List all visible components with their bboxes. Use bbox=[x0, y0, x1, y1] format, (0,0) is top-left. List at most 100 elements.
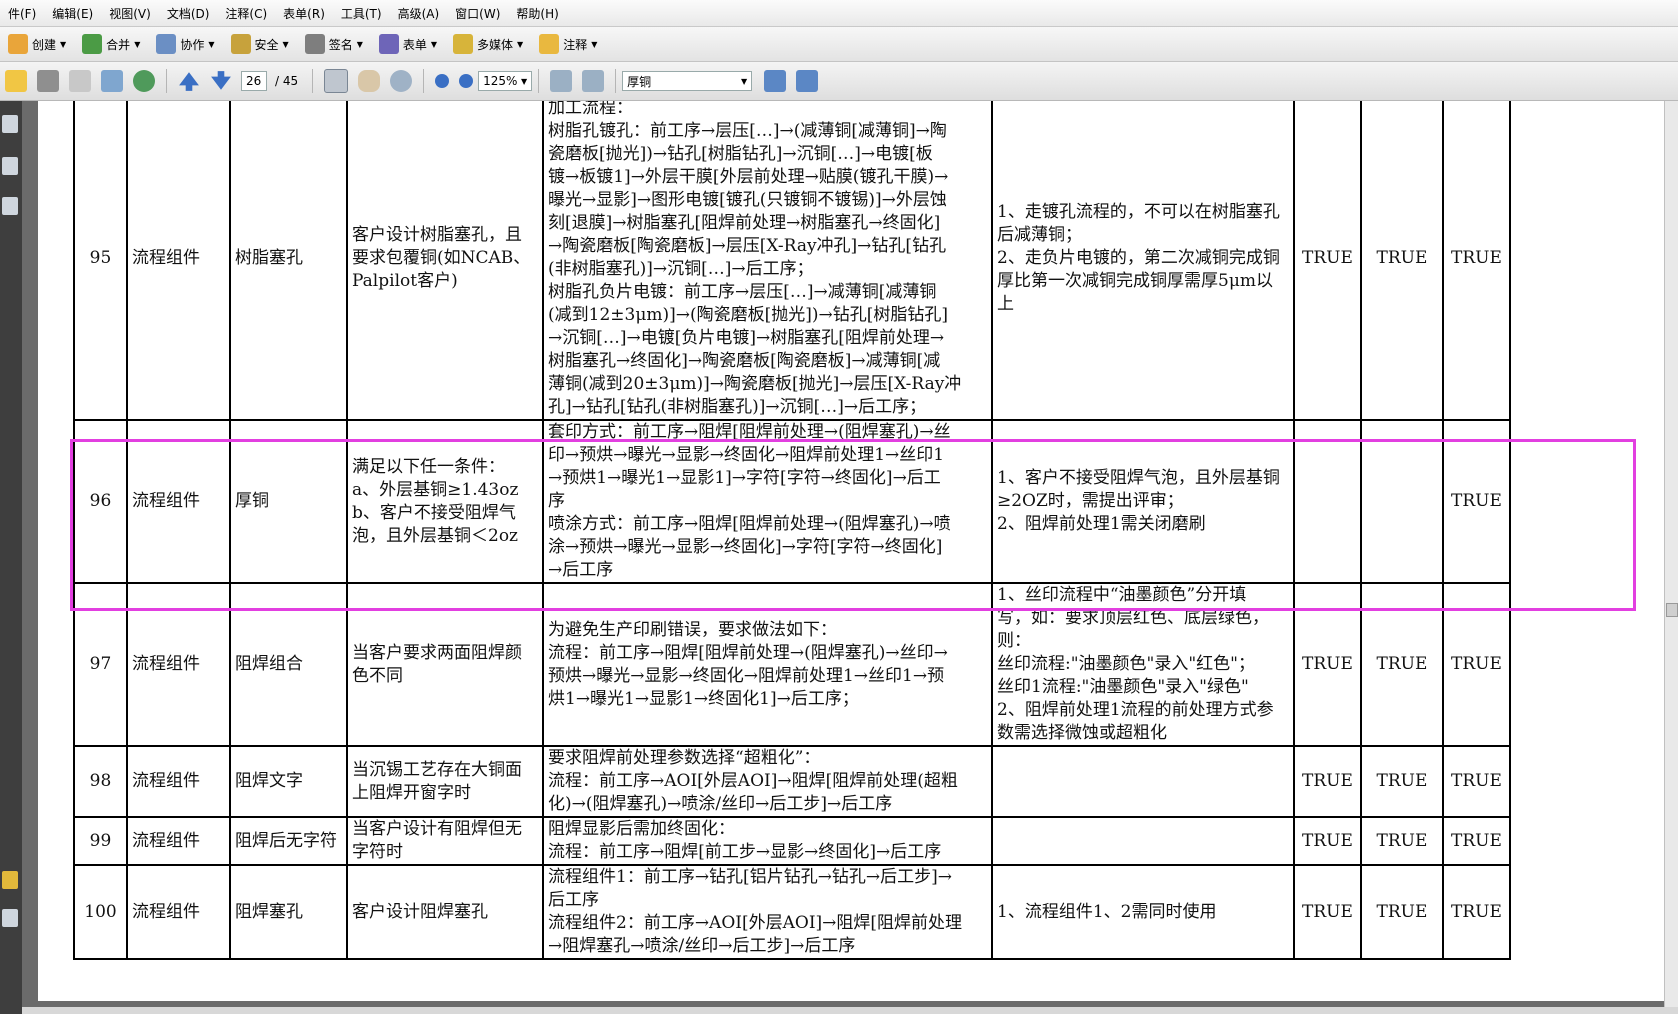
menu-item[interactable]: 件(F) bbox=[0, 5, 44, 22]
note-cell-line: 数需选择微蚀或超粗化 bbox=[997, 723, 1167, 743]
web-icon[interactable] bbox=[133, 70, 155, 92]
bookmarks-icon[interactable] bbox=[2, 157, 18, 175]
find-next-icon[interactable] bbox=[796, 70, 819, 92]
note-cell-line: 1、流程组件1、2需同时使用 bbox=[997, 901, 1217, 922]
pages-icon[interactable] bbox=[2, 115, 18, 133]
toolbar-button[interactable]: 协作 ▼ bbox=[156, 34, 215, 54]
page-number-value: 26 bbox=[246, 74, 262, 88]
menu-item[interactable]: 高级(A) bbox=[390, 5, 448, 22]
flow-cell-line: 后工序 bbox=[548, 890, 599, 910]
toolbar-button[interactable]: 表单 ▼ bbox=[378, 34, 437, 54]
fit-page-icon[interactable] bbox=[582, 70, 605, 92]
condition-cell: 当客户要求两面阻焊颜 色不同 bbox=[346, 582, 544, 747]
toolbar-button[interactable]: 签名 ▼ bbox=[304, 34, 363, 54]
menu-item[interactable]: 工具(T) bbox=[333, 5, 390, 22]
horizontal-scrollbar[interactable] bbox=[22, 1007, 1678, 1014]
zoom-tool-icon[interactable] bbox=[390, 70, 413, 92]
condition-cell: 当客户设计有阻焊但无 字符时 bbox=[346, 816, 544, 866]
search-input[interactable]: 厚铜 ▼ bbox=[622, 71, 753, 91]
flow-cell-line: 烘1→曝光1→显影1→终固化1]→后工序； bbox=[548, 688, 859, 709]
flow-cell-line: (非树脂塞孔)]→沉铜[…]→后工序； bbox=[548, 259, 814, 279]
attachments-icon[interactable] bbox=[2, 871, 18, 889]
row-number: 97 bbox=[73, 582, 128, 747]
category-cell: 流程组件 bbox=[126, 864, 231, 960]
zoom-out-icon[interactable] bbox=[435, 74, 450, 88]
flow-cell-line: 加工流程： bbox=[548, 101, 633, 118]
save-icon[interactable] bbox=[69, 70, 91, 92]
email-icon[interactable] bbox=[101, 70, 123, 92]
item-cell: 树脂塞孔 bbox=[229, 101, 348, 421]
table-row: 98 流程组件 阻焊文字 当沉锡工艺存在大铜面 上阻焊开窗字时 要求阻焊前处理参数选择“超… bbox=[73, 745, 1511, 818]
hand-tool-icon[interactable] bbox=[358, 70, 381, 92]
condition-cell-line: 上阻焊开窗字时 bbox=[352, 782, 471, 803]
condition-cell-line: 当客户要求两面阻焊颜 bbox=[352, 642, 522, 663]
flag-cell: TRUE bbox=[1293, 582, 1362, 747]
flow-cell-line: 套印方式：前工序→阻焊[阻焊前处理→(阻焊塞孔)→丝 bbox=[548, 422, 951, 442]
toolbar-button-label: 表单 bbox=[402, 37, 427, 52]
toolbar-button[interactable]: 创建 ▼ bbox=[8, 34, 66, 54]
note-cell-line: 2、走负片电镀的，第二次减铜完成铜 bbox=[997, 247, 1280, 268]
menu-item[interactable]: 表单(R) bbox=[275, 5, 333, 22]
condition-cell-line: Palpilot客户) bbox=[352, 270, 458, 291]
flow-cell: 流程组件1：前工序→钻孔[铝片钻孔→钻孔→后工步]→ 后工序 流程组件2：前工序→A… bbox=[542, 864, 993, 960]
flow-cell-line: →后工序 bbox=[548, 560, 614, 580]
page-down-icon[interactable] bbox=[211, 71, 231, 90]
flag-cell: TRUE bbox=[1293, 816, 1362, 866]
flow-cell-line: 序 bbox=[548, 491, 565, 511]
select-tool-icon[interactable] bbox=[324, 69, 349, 93]
row-number: 99 bbox=[73, 816, 128, 866]
chevron-down-icon: ▼ bbox=[208, 39, 215, 49]
toolbar-button[interactable]: 多媒体 ▼ bbox=[453, 34, 523, 54]
menu-item[interactable]: 编辑(E) bbox=[44, 5, 101, 22]
flow-cell-line: 要求阻焊前处理参数选择“超粗化”： bbox=[548, 748, 821, 768]
flow-cell-line: 树脂孔镀孔：前工序→层压[…]→(减薄铜[减薄铜]→陶 bbox=[548, 121, 947, 141]
condition-cell-line: b、客户不接受阻焊气 bbox=[352, 502, 516, 523]
page-number-input[interactable]: 26 bbox=[241, 71, 267, 91]
menu-item[interactable]: 文档(D) bbox=[159, 5, 218, 22]
note-cell-line: 丝印流程:"油墨颜色"录入"红色"； bbox=[997, 654, 1256, 674]
flow-cell-line: 为避免生产印刷错误，要求做法如下： bbox=[548, 619, 837, 640]
item-cell: 阻焊文字 bbox=[229, 745, 348, 818]
item-cell: 阻焊塞孔 bbox=[229, 864, 348, 960]
menu-item[interactable]: 窗口(W) bbox=[447, 5, 508, 22]
zoom-in-icon[interactable] bbox=[459, 74, 474, 88]
print-icon[interactable] bbox=[37, 70, 59, 92]
toolbar-button[interactable]: 注释 ▼ bbox=[539, 34, 597, 54]
toolbar-button[interactable]: 安全 ▼ bbox=[230, 34, 289, 54]
toolbar-divider bbox=[615, 69, 617, 93]
flow-cell-line: 流程：前工序→阻焊[阻焊前处理→(阻焊塞孔)→丝印→ bbox=[548, 642, 948, 663]
find-previous-icon[interactable] bbox=[764, 70, 787, 92]
zoom-select[interactable]: 125% ▼ bbox=[478, 71, 533, 91]
menu-item[interactable]: 帮助(H) bbox=[508, 5, 566, 22]
flag-cell bbox=[1360, 419, 1444, 584]
note-cell bbox=[991, 745, 1295, 818]
note-cell: 1、走镀孔流程的，不可以在树脂塞孔 后减薄铜； 2、走负片电镀的，第二次减铜完成铜厚… bbox=[991, 101, 1295, 421]
menu-item[interactable]: 视图(V) bbox=[101, 5, 159, 22]
note-cell-line: ≥2OZ时，需提出评审； bbox=[997, 491, 1184, 511]
flag-cell: TRUE bbox=[1360, 101, 1444, 421]
signatures-icon[interactable] bbox=[2, 197, 18, 215]
fit-width-icon[interactable] bbox=[550, 70, 573, 92]
note-cell-line: 写，如：要求顶层红色、底层绿色， bbox=[997, 608, 1269, 628]
vertical-scrollbar[interactable] bbox=[1664, 101, 1678, 1007]
comments-icon[interactable] bbox=[2, 909, 18, 927]
open-folder-icon[interactable] bbox=[5, 70, 27, 92]
flow-cell: 加工流程： 树脂孔镀孔：前工序→层压[…]→(减薄铜[减薄铜]→陶 瓷磨板[抛光])… bbox=[542, 101, 993, 421]
condition-cell-line: 字符时 bbox=[352, 842, 403, 862]
flow-cell-line: 流程组件1：前工序→钻孔[铝片钻孔→钻孔→后工步]→ bbox=[548, 867, 953, 887]
item-cell: 阻焊组合 bbox=[229, 582, 348, 747]
condition-cell-line: 客户设计阻焊塞孔 bbox=[352, 901, 488, 922]
toolbar-button-label: 多媒体 bbox=[477, 37, 514, 52]
menu-bar: 件(F) 编辑(E) 视图(V) 文档(D) 注释(C) 表单(R) 工具(T) 高级(A) 窗… bbox=[0, 0, 1678, 27]
page-up-icon[interactable] bbox=[179, 72, 199, 91]
toolbar-button[interactable]: 合并 ▼ bbox=[82, 34, 140, 54]
chevron-down-icon: ▼ bbox=[60, 39, 67, 49]
toolbar-button-label: 签名 bbox=[328, 37, 353, 52]
combine-icon bbox=[82, 34, 103, 54]
category-cell: 流程组件 bbox=[126, 582, 231, 747]
scrollbar-thumb[interactable] bbox=[1666, 603, 1678, 617]
collaborate-icon bbox=[156, 34, 177, 54]
menu-item[interactable]: 注释(C) bbox=[217, 5, 275, 22]
category-cell: 流程组件 bbox=[126, 745, 231, 818]
flag-cell: TRUE bbox=[1293, 864, 1362, 960]
